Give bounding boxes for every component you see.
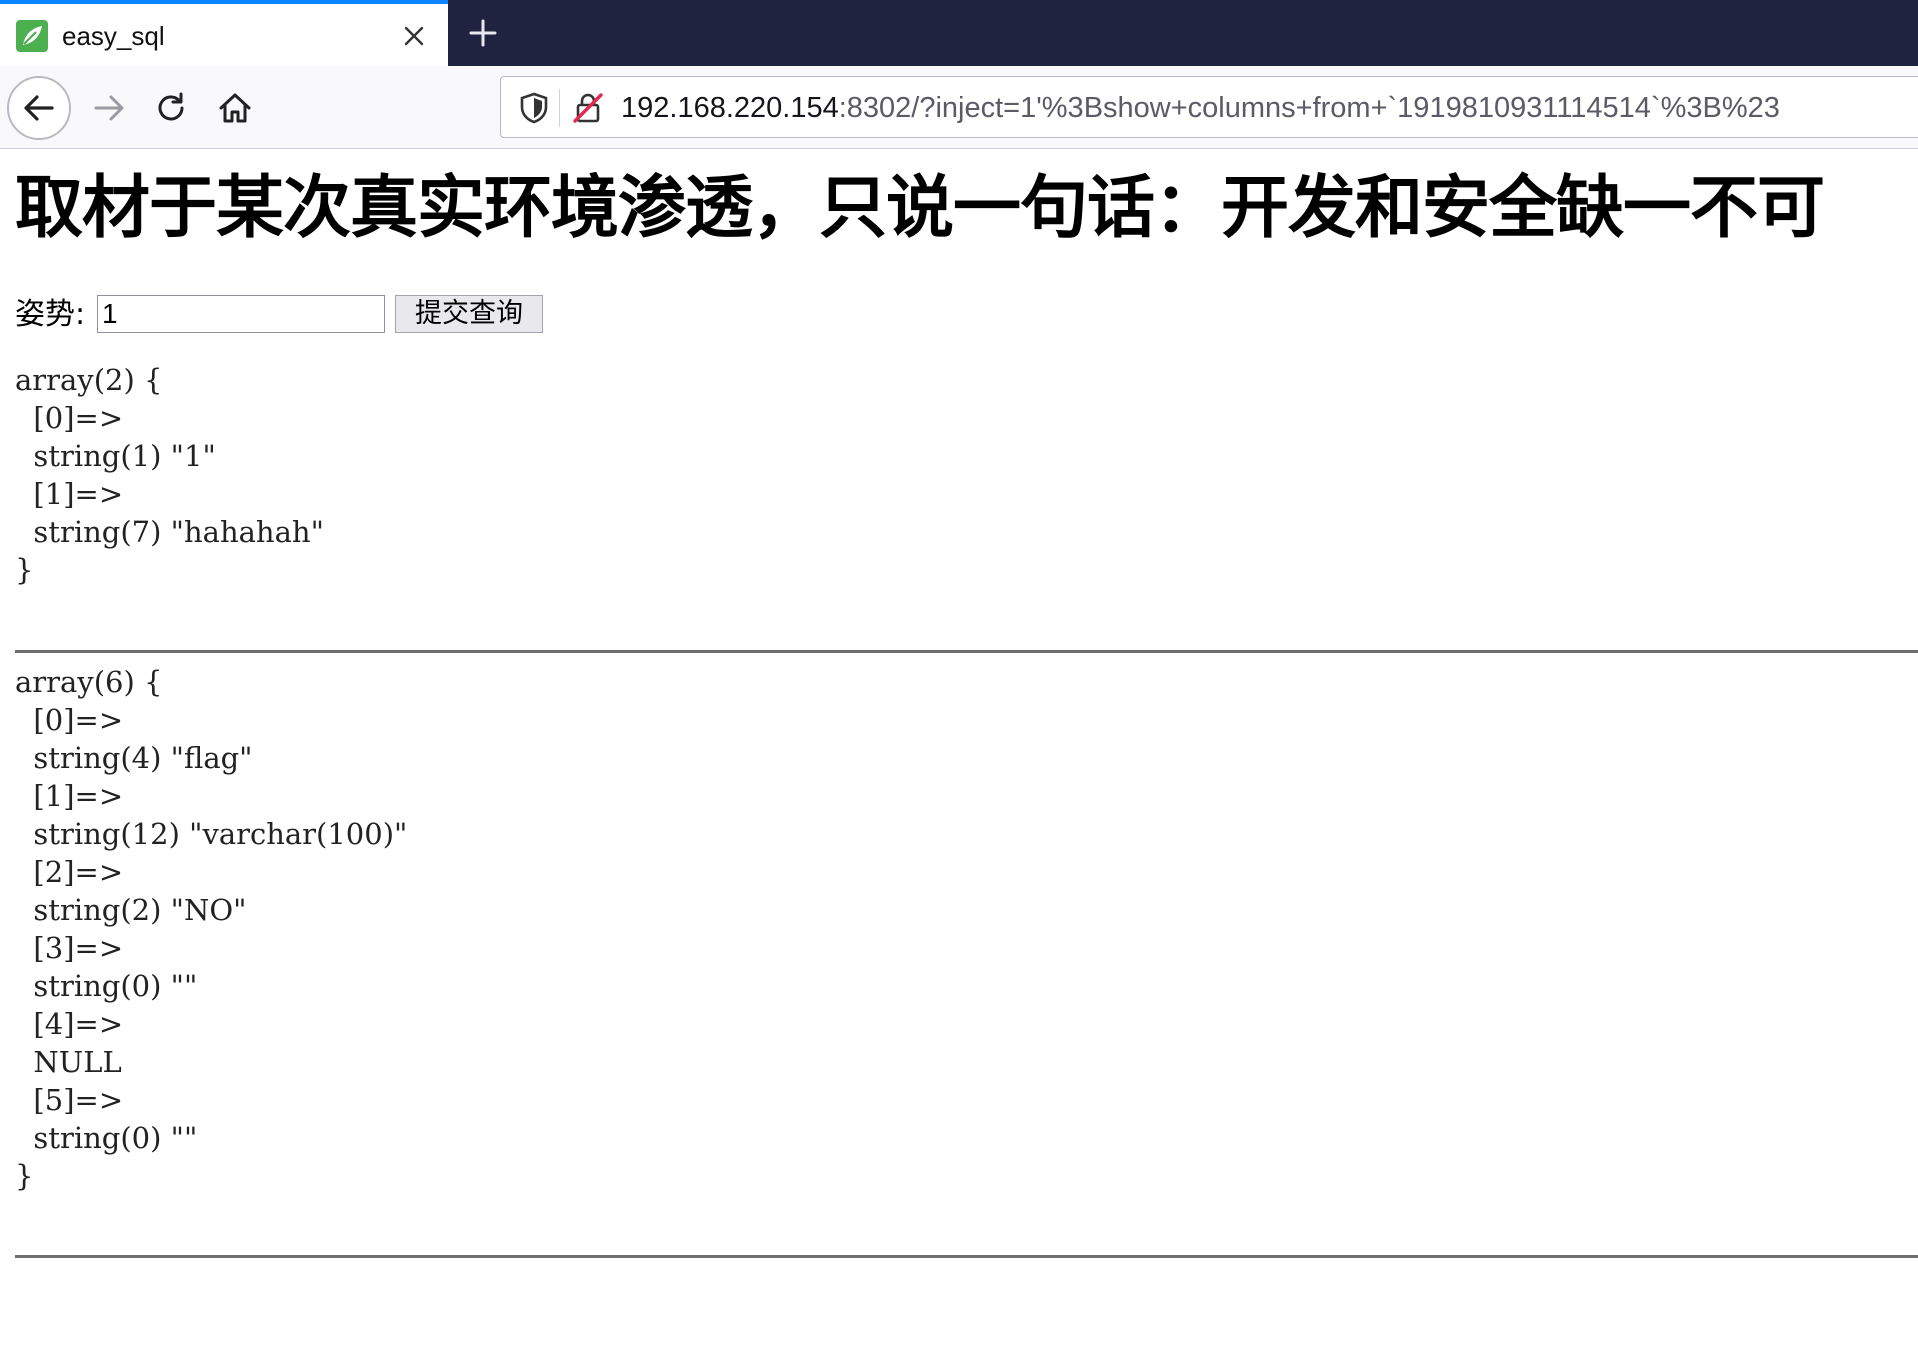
result-dump-1: array(2) { [0]=> string(1) "1" [1]=> str… [15, 363, 324, 587]
tab-easy-sql[interactable]: easy_sql [0, 0, 448, 66]
close-icon[interactable] [396, 18, 432, 54]
form-label: 姿势: [15, 297, 86, 332]
url-bar[interactable]: 192.168.220.154:8302/?inject=1'%3Bshow+c… [500, 76, 1918, 138]
reload-icon[interactable] [146, 83, 196, 133]
url-path: :8302/?inject=1'%3Bshow+columns+from+`19… [838, 92, 1780, 124]
page-content: 取材于某次真实环境渗透，只说一句话：开发和安全缺一不可 姿势: 提交查询 arr… [0, 149, 1918, 1346]
insecure-lock-icon[interactable] [571, 91, 605, 125]
url-host: 192.168.220.154 [621, 92, 839, 124]
inject-input[interactable] [97, 295, 385, 333]
result-dump-2: array(6) { [0]=> string(4) "flag" [1]=> … [15, 665, 408, 1193]
divider [15, 1255, 1918, 1258]
page-title: 取材于某次真实环境渗透，只说一句话：开发和安全缺一不可 [15, 169, 1825, 248]
tab-strip: easy_sql [0, 0, 1918, 66]
arrow-left-icon[interactable] [7, 76, 71, 140]
tab-title: easy_sql [62, 21, 165, 51]
shield-icon[interactable] [519, 92, 549, 124]
url-separator [559, 89, 560, 127]
plus-icon[interactable] [462, 12, 504, 54]
home-icon[interactable] [210, 83, 260, 133]
url-text[interactable]: 192.168.220.154:8302/?inject=1'%3Bshow+c… [621, 89, 1780, 127]
leaf-favicon-icon [16, 20, 48, 52]
arrow-right-icon[interactable] [84, 83, 134, 133]
nav-toolbar: 192.168.220.154:8302/?inject=1'%3Bshow+c… [0, 66, 1918, 149]
divider [15, 650, 1918, 653]
submit-query-button[interactable]: 提交查询 [395, 295, 543, 333]
